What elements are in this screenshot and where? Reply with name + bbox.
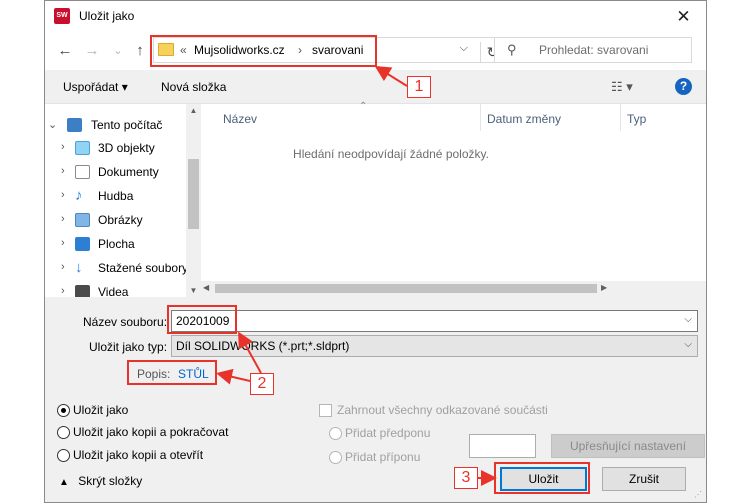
- annotation-arrow-1: [374, 65, 408, 87]
- annotation-arrows: [216, 65, 497, 486]
- annotation-arrow-2b: [216, 368, 251, 385]
- annotation-arrow-2a: [238, 331, 262, 374]
